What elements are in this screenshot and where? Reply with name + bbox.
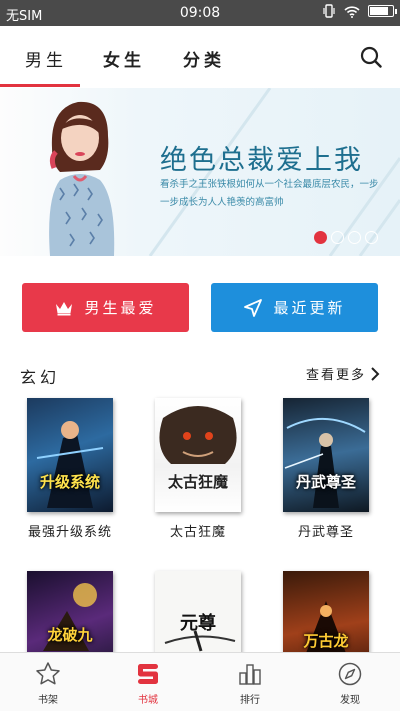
cover-art <box>284 418 366 508</box>
banner-description: 看杀手之王张铁根如何从一个社会最底层农民，一步一步成长为人人艳羡的高富帅 <box>160 179 379 208</box>
tab-female[interactable]: 女生 <box>103 46 145 71</box>
cover-art <box>159 406 237 464</box>
nav-bookshelf-label: 书架 <box>38 695 58 706</box>
nav-bookstore-label: 书城 <box>138 695 158 706</box>
nav-ranking-label: 排行 <box>240 695 260 706</box>
recent-updates-button[interactable]: 最近更新 <box>211 283 378 332</box>
bookstore-icon <box>138 664 158 684</box>
book-cover-title: 龙破九 <box>47 626 93 644</box>
book-title: 丹武尊圣 <box>297 525 354 540</box>
view-more-label: 查看更多 <box>305 368 366 383</box>
status-bar: 无SIM 09:08 <box>0 0 400 26</box>
nav-discover[interactable]: 发现 <box>320 661 380 706</box>
search-icon[interactable] <box>360 46 382 68</box>
book-cover: 太古狂魔 <box>155 398 241 512</box>
carousel-dot[interactable] <box>314 231 327 244</box>
book-item[interactable]: 太古狂魔 太古狂魔 <box>153 398 243 540</box>
nav-bookstore[interactable]: 书城 <box>118 661 178 706</box>
book-cover-title: 万古龙 <box>303 632 349 650</box>
banner-character-image <box>49 101 115 256</box>
carousel-dot[interactable] <box>365 231 378 244</box>
compass-icon <box>338 662 362 686</box>
section-title: 玄幻 <box>20 368 61 387</box>
book-cover-title: 太古狂魔 <box>167 473 228 491</box>
bottom-navigation: 书架 书城 排行 发现 <box>0 652 400 711</box>
view-more-link[interactable]: 查看更多 <box>306 364 380 383</box>
nav-ranking[interactable]: 排行 <box>220 661 280 706</box>
tab-category[interactable]: 分类 <box>183 46 225 71</box>
wifi-icon <box>344 5 360 18</box>
carousel-dot[interactable] <box>331 231 344 244</box>
crown-icon <box>56 301 73 315</box>
star-icon <box>36 662 60 685</box>
active-tab-indicator <box>0 84 80 87</box>
book-cover-title: 升级系统 <box>39 473 100 491</box>
status-icons <box>322 4 397 18</box>
book-title: 太古狂魔 <box>169 525 226 540</box>
carousel-indicator <box>314 231 378 244</box>
nav-bookshelf[interactable]: 书架 <box>18 661 78 706</box>
ranking-icon <box>239 664 261 685</box>
promo-banner[interactable]: 绝色总裁爱上我 看杀手之王张铁根如何从一个社会最底层农民，一步一步成长为人人艳羡… <box>0 88 400 256</box>
top-navigation: 男生 女生 分类 <box>0 26 400 88</box>
carousel-dot[interactable] <box>348 231 361 244</box>
book-cover-title: 元尊 <box>180 613 216 634</box>
battery-icon <box>368 5 397 17</box>
male-favorites-button[interactable]: 男生最爱 <box>22 283 189 332</box>
male-favorites-label: 男生最爱 <box>84 299 157 317</box>
book-cover: 升级系统 <box>27 398 113 512</box>
book-item[interactable]: 丹武尊圣 丹武尊圣 <box>281 398 371 540</box>
book-title: 最强升级系统 <box>27 525 112 540</box>
banner-title: 绝色总裁爱上我 <box>160 145 363 176</box>
nav-discover-label: 发现 <box>340 695 360 706</box>
tab-male[interactable]: 男生 <box>25 46 67 71</box>
cover-art <box>36 421 104 508</box>
book-cover: 丹武尊圣 <box>283 398 369 512</box>
chevron-right-icon <box>371 366 380 381</box>
vibrate-icon <box>323 4 335 18</box>
send-icon <box>244 298 263 317</box>
recent-updates-label: 最近更新 <box>273 299 346 317</box>
book-item[interactable]: 升级系统 最强升级系统 <box>25 398 115 540</box>
book-cover-title: 丹武尊圣 <box>295 473 356 491</box>
